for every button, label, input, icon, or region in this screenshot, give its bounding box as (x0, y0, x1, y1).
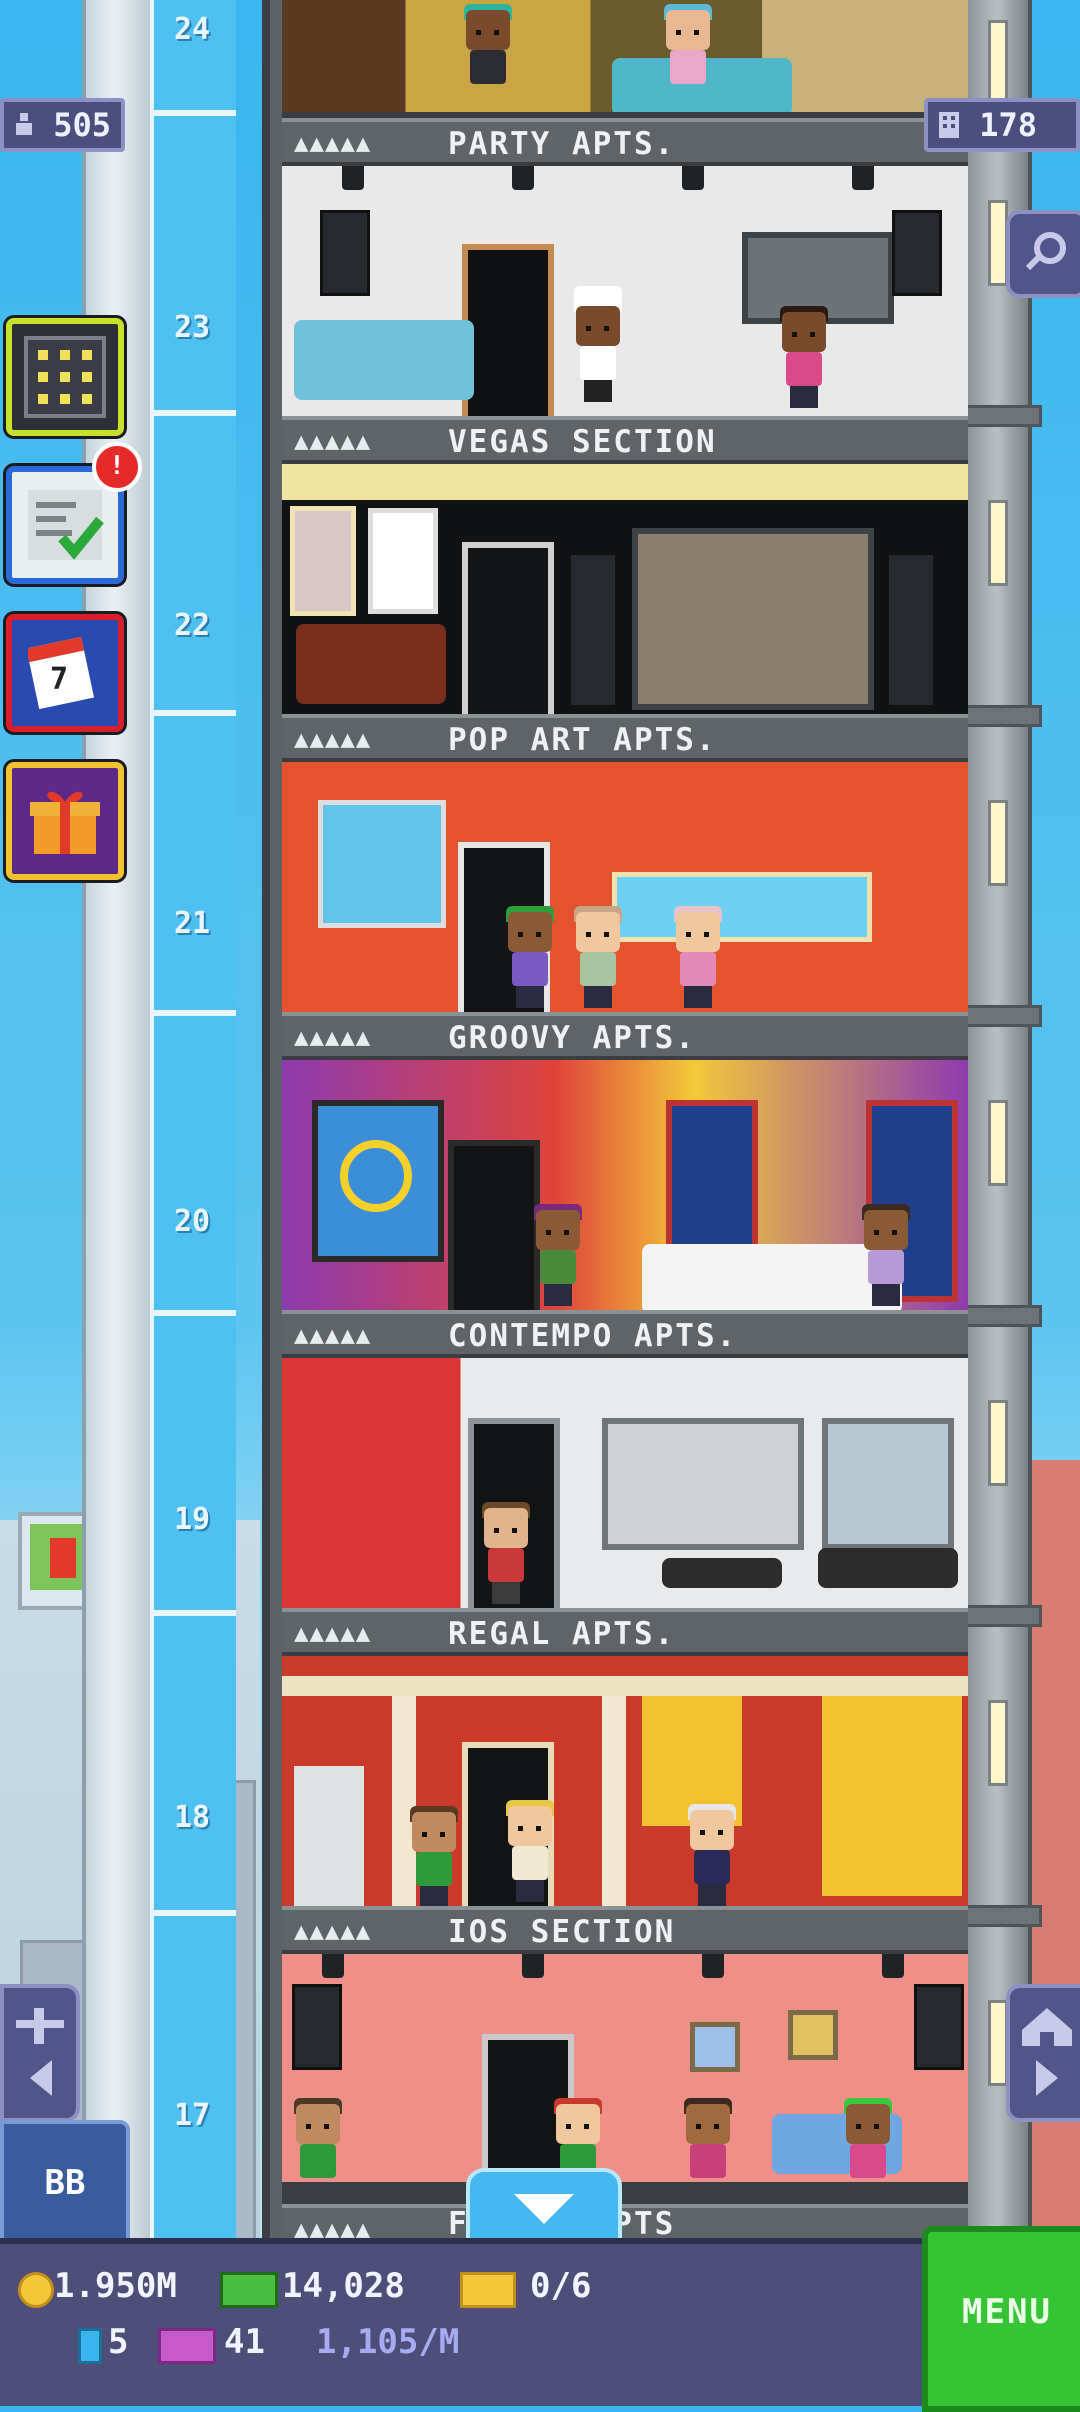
magnifier-icon (1022, 228, 1072, 282)
bitizen[interactable] (686, 1804, 738, 1906)
coins-value: 1.950M (54, 2266, 177, 2306)
vip-visit-button[interactable] (0, 1984, 80, 2122)
bitizen-stat-value: 5 (108, 2322, 129, 2362)
search-button[interactable] (1006, 210, 1080, 298)
bitizen[interactable] (572, 906, 624, 1008)
floor-number: 23 (173, 310, 211, 345)
house-icon (1018, 2004, 1076, 2104)
missions-notification-badge: ! (92, 442, 142, 492)
bottom-hud: 1.950M 14,028 0/6 5 41 1,105/M (0, 2238, 1080, 2406)
floor-number: 22 (173, 608, 211, 643)
population-value: 505 (53, 106, 112, 144)
gift-button[interactable] (6, 762, 124, 880)
person-icon (14, 105, 34, 135)
plane-icon (12, 2004, 68, 2104)
floors-value: 178 (979, 106, 1038, 144)
floor-banner[interactable]: ▲▲▲▲▲ IOS SECTION (282, 1906, 968, 1954)
floor-rating: ▲▲▲▲▲ (294, 1321, 372, 1349)
floor-rating: ▲▲▲▲▲ (294, 725, 372, 753)
bitizen[interactable] (504, 906, 556, 1008)
coin-icon (18, 2272, 54, 2308)
floor-number: 19 (173, 1502, 211, 1537)
gift-icon (24, 780, 106, 866)
floor-number: 17 (173, 2098, 211, 2133)
floor-counter[interactable]: 178 (924, 98, 1080, 152)
cash-icon (220, 2272, 278, 2308)
floor-rating: ▲▲▲▲▲ (294, 427, 372, 455)
floor-rating: ▲▲▲▲▲ (294, 1917, 372, 1945)
floor-rating: ▲▲▲▲▲ (294, 129, 372, 157)
floor-number: 20 (173, 1204, 211, 1239)
calendar-day: 7 (50, 662, 69, 697)
bb-button[interactable]: BB (0, 2120, 130, 2246)
floor-number: 24 (173, 12, 211, 47)
bux-value: 41 (224, 2322, 265, 2362)
elevator-shaft[interactable] (958, 0, 1042, 2250)
bitizen[interactable] (778, 306, 830, 408)
floor-banner[interactable]: ▲▲▲▲▲ PARTY APTS. (282, 118, 968, 166)
floor-22-room[interactable] (282, 464, 968, 750)
bitizen[interactable] (662, 4, 714, 106)
calendar-icon: 7 (26, 632, 98, 712)
calendar-button[interactable]: 7 (6, 614, 124, 732)
bitizen[interactable] (532, 1204, 584, 1306)
floor-19-room[interactable] (282, 1358, 968, 1644)
floor-number: 21 (173, 906, 211, 941)
checklist-icon (22, 482, 108, 572)
bitizen[interactable] (860, 1204, 912, 1306)
floor-21-room[interactable] (282, 762, 968, 1048)
floor-18-room[interactable] (282, 1656, 968, 1942)
floor-label: GROOVY APTS. (448, 1020, 696, 1056)
cash-value: 14,028 (282, 2266, 405, 2306)
bux-icon (158, 2328, 216, 2364)
population-counter[interactable]: 505 (0, 98, 126, 152)
ticket-icon (460, 2272, 516, 2308)
floor-label: IOS SECTION (448, 1914, 676, 1950)
bitizen[interactable] (504, 1800, 556, 1902)
floor-23-room[interactable] (282, 166, 968, 452)
floor-banner[interactable]: ▲▲▲▲▲ POP ART APTS. (282, 714, 968, 762)
keypad-icon (22, 334, 108, 424)
floor-banner[interactable]: ▲▲▲▲▲ CONTEMPO APTS. (282, 1310, 968, 1358)
bitizen-bux-icon (78, 2328, 102, 2364)
home-button[interactable] (1006, 1984, 1080, 2122)
floor-rating: ▲▲▲▲▲ (294, 1023, 372, 1051)
floor-label: VEGAS SECTION (448, 424, 717, 460)
menu-button[interactable]: MENU (922, 2226, 1080, 2412)
floor-banner[interactable]: ▲▲▲▲▲ REGAL APTS. (282, 1608, 968, 1656)
bitizen-chef[interactable] (572, 286, 624, 402)
floor-label: CONTEMPO APTS. (448, 1318, 738, 1354)
building-icon (938, 105, 960, 138)
floor-24-room[interactable] (282, 0, 968, 118)
floor-label: REGAL APTS. (448, 1616, 676, 1652)
bitizen[interactable] (842, 2098, 894, 2200)
income-rate: 1,105/M (316, 2322, 460, 2362)
floor-banner[interactable]: ▲▲▲▲▲ GROOVY APTS. (282, 1012, 968, 1060)
bitizen[interactable] (480, 1502, 532, 1604)
floor-rating: ▲▲▲▲▲ (294, 1619, 372, 1647)
bitizen[interactable] (408, 1806, 460, 1908)
bitizen[interactable] (682, 2098, 734, 2200)
bitizen[interactable] (292, 2098, 344, 2200)
floor-label: POP ART APTS. (448, 722, 717, 758)
tickets-value: 0/6 (530, 2266, 592, 2306)
elevator-panel-button[interactable] (6, 318, 124, 436)
floor-17-room[interactable] (282, 1954, 968, 2210)
bitizen[interactable] (672, 906, 724, 1008)
floor-number: 18 (173, 1800, 211, 1835)
floor-label: PARTY APTS. (448, 126, 676, 162)
bitizen[interactable] (462, 4, 514, 106)
floor-banner[interactable]: ▲▲▲▲▲ VEGAS SECTION (282, 416, 968, 464)
floor-20-room[interactable] (282, 1060, 968, 1346)
chevron-down-icon (514, 2194, 574, 2224)
